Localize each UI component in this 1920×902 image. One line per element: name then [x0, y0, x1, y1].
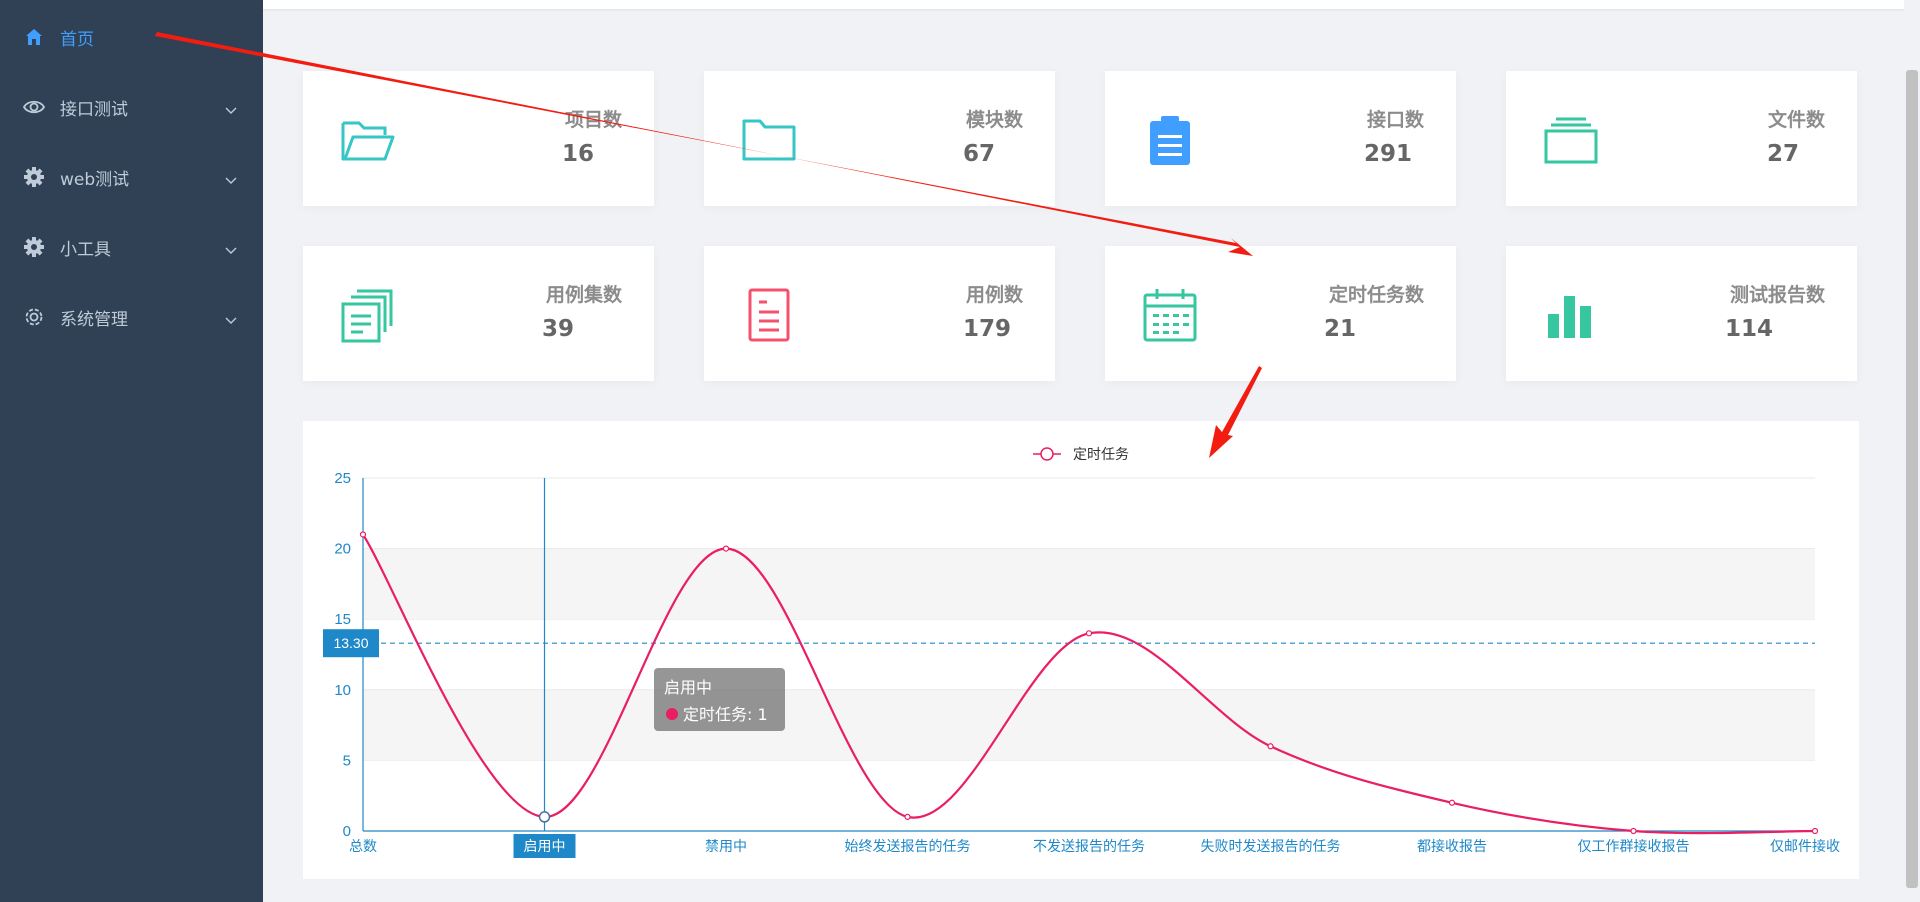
data-point	[1267, 743, 1274, 750]
files-icon	[1542, 111, 1600, 169]
stat-value: 39	[542, 316, 575, 342]
x-tick-label: 禁用中	[705, 839, 747, 855]
sidebar-item-web-test[interactable]: web测试	[0, 142, 263, 212]
folder-open-icon	[339, 111, 397, 169]
stat-card-files[interactable]: 文件数 27	[1506, 71, 1857, 206]
data-point	[359, 531, 367, 538]
stat-card-scheduled-tasks[interactable]: 定时任务数 21	[1105, 246, 1456, 381]
stat-title: 测试报告数	[1729, 284, 1825, 306]
eye-icon	[22, 95, 46, 119]
stat-title: 定时任务数	[1328, 284, 1424, 306]
y-tick-label: 0	[343, 823, 351, 840]
stat-value: 114	[1725, 316, 1774, 342]
y-tick-label: 20	[334, 541, 351, 558]
data-point	[1630, 827, 1637, 835]
stat-value: 291	[1364, 141, 1413, 167]
stat-title: 接口数	[1366, 109, 1424, 131]
grid-band	[363, 689, 1815, 761]
line-chart: 0510152025 总数 启用中 禁用中 始终发送报告的任务 不发送报告的任务 失败时发…	[323, 447, 1840, 858]
y-tick-label: 10	[334, 682, 351, 699]
gear-icon	[22, 165, 46, 189]
sidebar-item-label: 首页	[60, 29, 94, 50]
sidebar-item-system[interactable]: 系统管理	[0, 282, 263, 352]
tooltip-series-dot	[666, 708, 678, 720]
y-tick-label: 15	[334, 611, 351, 628]
x-tick-label: 都接收报告	[1417, 838, 1487, 855]
settings-icon	[22, 305, 46, 329]
stat-value: 16	[562, 141, 595, 167]
data-point	[538, 811, 551, 823]
chevron-down-icon	[225, 240, 237, 260]
clipboard-icon	[1141, 111, 1199, 169]
x-tick-label: 仅工作群接收报告	[1578, 838, 1690, 855]
stat-value: 27	[1767, 141, 1800, 167]
stat-value: 21	[1324, 316, 1357, 342]
sidebar-item-label: web测试	[60, 169, 130, 190]
data-point	[1085, 630, 1093, 637]
sidebar-item-api-test[interactable]: 接口测试	[0, 72, 263, 142]
stat-title: 用例集数	[545, 284, 622, 306]
legend-marker	[1040, 447, 1054, 461]
sidebar-item-home[interactable]: 首页	[0, 2, 263, 72]
chevron-down-icon	[225, 170, 237, 190]
tooltip-value: 定时任务: 1	[683, 705, 768, 724]
data-point	[1448, 799, 1456, 806]
x-tick-label: 始终发送报告的任务	[845, 839, 971, 855]
stat-value: 67	[963, 141, 996, 167]
x-tick-label: 启用中	[524, 839, 566, 855]
scheduled-task-chart: 0 5 10 15 20 25 总数 启用中 禁用中 始终发送报告的任务 不发送报告的任务 失败时发…	[303, 421, 1859, 879]
tooltip-title: 启用中	[664, 678, 712, 697]
stat-title: 模块数	[965, 109, 1023, 131]
legend-label: 定时任务	[1073, 447, 1129, 463]
folder-icon	[740, 111, 798, 169]
home-icon	[22, 25, 46, 49]
stat-card-suites[interactable]: 用例集数 39	[303, 246, 654, 381]
data-point	[904, 813, 911, 820]
stat-title: 用例数	[965, 284, 1023, 306]
grid-band	[363, 548, 1815, 620]
x-tick-label: 不发送报告的任务	[1033, 839, 1145, 855]
scrollbar-thumb[interactable]	[1906, 70, 1918, 888]
chevron-down-icon	[225, 100, 237, 120]
average-label: 13.30	[333, 635, 368, 651]
stat-card-projects[interactable]: 项目数 16	[303, 71, 654, 206]
stat-title: 项目数	[564, 109, 622, 131]
y-tick-label: 25	[334, 470, 351, 487]
x-tick-label: 仅邮件接收	[1770, 838, 1840, 855]
stat-card-reports[interactable]: 测试报告数 114	[1506, 246, 1857, 381]
sidebar-item-label: 系统管理	[60, 309, 128, 330]
top-bar	[263, 0, 1920, 9]
stat-card-modules[interactable]: 模块数 67	[704, 71, 1055, 206]
sidebar: 首页 接口测试 web测试 小工具 系统管理	[0, 0, 263, 902]
x-tick-label: 总数	[349, 839, 377, 855]
stat-card-interfaces[interactable]: 接口数 291	[1105, 71, 1456, 206]
data-point	[722, 545, 730, 552]
sidebar-item-label: 小工具	[60, 239, 111, 260]
data-point	[1811, 827, 1819, 835]
sidebar-item-tools[interactable]: 小工具	[0, 212, 263, 282]
bar-chart-icon	[1542, 286, 1600, 344]
stat-title: 文件数	[1767, 109, 1825, 131]
x-tick-label: 失败时发送报告的任务	[1201, 839, 1341, 855]
stat-card-cases[interactable]: 用例数 179	[704, 246, 1055, 381]
copy-icon	[339, 286, 397, 344]
y-tick-label: 5	[343, 752, 351, 769]
sidebar-item-label: 接口测试	[60, 99, 128, 120]
calendar-icon	[1141, 286, 1199, 344]
gear-icon	[22, 235, 46, 259]
stat-value: 179	[963, 316, 1012, 342]
document-icon	[740, 286, 798, 344]
chevron-down-icon	[225, 310, 237, 330]
